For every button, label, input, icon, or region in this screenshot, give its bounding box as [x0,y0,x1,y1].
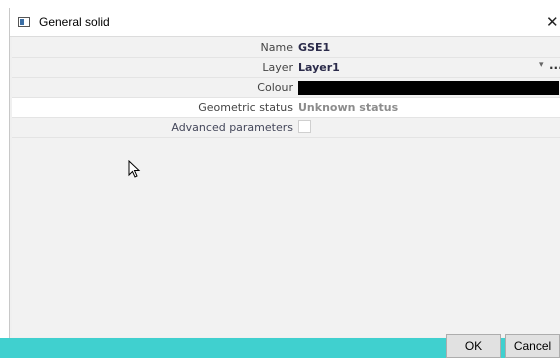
ok-button[interactable]: OK [446,334,501,358]
property-row-geometric-status: Geometric status Unknown status [12,98,560,118]
window-title: General solid [39,15,110,29]
layer-select[interactable]: Layer1 [298,61,340,74]
property-row-advanced-parameters: Advanced parameters [12,118,560,138]
chevron-down-icon[interactable]: ▾ [539,60,544,70]
property-label-colour: Colour [257,81,293,94]
mouse-cursor-icon [128,160,141,178]
property-label-layer: Layer [262,61,293,74]
window-icon [18,17,30,27]
property-row-layer: Layer Layer1 ▾ ... [12,58,560,78]
title-bar: General solid ✕ [10,8,560,37]
close-icon[interactable]: ✕ [546,12,560,32]
advanced-parameters-checkbox[interactable] [298,120,311,133]
dialog-window: General solid ✕ Name GSE1 Layer Layer1 ▾… [9,8,560,358]
property-row-colour: Colour [12,78,560,98]
layer-more-button[interactable]: ... [549,58,560,72]
colour-swatch[interactable] [298,81,559,95]
property-label-name: Name [260,41,293,54]
name-field[interactable]: GSE1 [298,41,330,54]
property-row-name: Name GSE1 [12,38,560,58]
property-label-advanced-parameters: Advanced parameters [171,121,293,134]
cancel-button[interactable]: Cancel [505,334,560,358]
property-grid: Name GSE1 Layer Layer1 ▾ ... Colour Geom… [12,37,560,337]
geometric-status-value: Unknown status [298,101,399,114]
property-label-geometric-status: Geometric status [198,101,293,114]
